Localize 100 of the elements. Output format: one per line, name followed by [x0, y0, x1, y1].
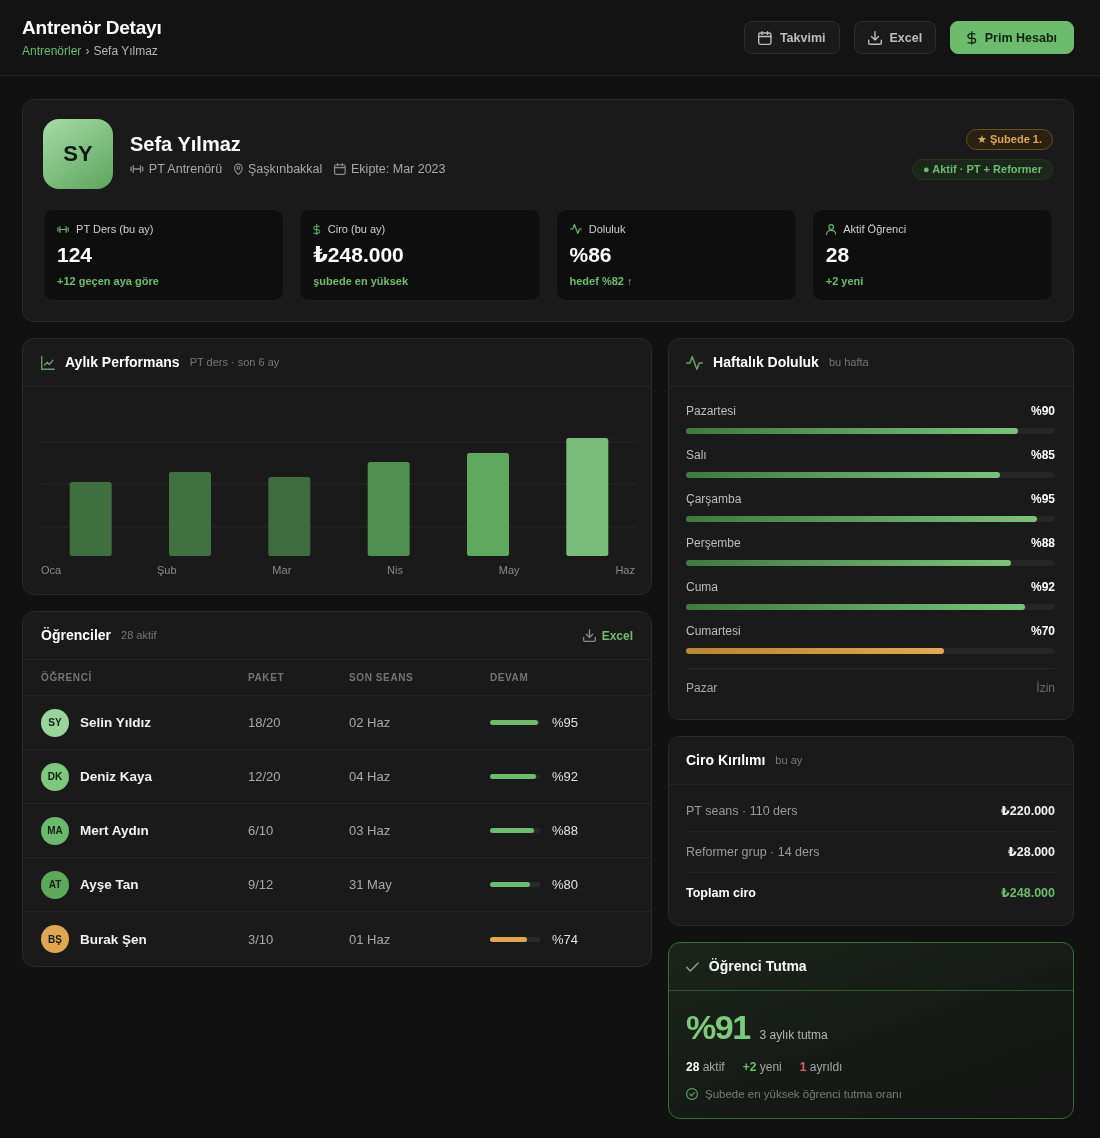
- breadcrumb-current: Sefa Yılmaz: [93, 44, 158, 58]
- stat-label: Doluluk: [588, 222, 626, 236]
- stat-label: Aktif Öğrenci: [843, 222, 907, 236]
- card-subtitle: 28 aktif: [121, 629, 157, 642]
- table-cell: 04 Haz: [349, 769, 391, 784]
- column-header: SON SEANS: [349, 672, 414, 683]
- stat-text: 1 ayrıldı: [799, 1060, 843, 1074]
- card-title: Haftalık Doluluk: [713, 354, 819, 371]
- stat-note: +12 geçen aya göre: [57, 274, 159, 288]
- card-title: Ciro Kırılımı: [686, 752, 766, 769]
- export-button[interactable]: Excel: [853, 21, 937, 54]
- day-label: Cumartesi: [686, 624, 741, 638]
- avatar: MA: [41, 816, 69, 845]
- trainer-name: Sefa Yılmaz: [130, 131, 241, 156]
- table-cell: 3/10: [248, 931, 274, 947]
- day-label: Salı: [686, 448, 707, 462]
- table-cell: 03 Haz: [349, 823, 391, 838]
- download-icon: [582, 629, 596, 642]
- retention-rate: %91: [686, 1007, 750, 1047]
- avatar: SY: [41, 708, 69, 737]
- student-name: Selin Yıldız: [80, 715, 152, 730]
- stat-note: şubede en yüksek: [313, 274, 409, 288]
- breadcrumb-link[interactable]: Antrenörler: [22, 44, 82, 58]
- stat-label: PT Ders (bu ay): [76, 222, 154, 236]
- stat-value: ₺248.000: [313, 244, 404, 266]
- table-cell: 18/20: [248, 715, 281, 730]
- table-cell: 6/10: [248, 823, 274, 838]
- student-name: Burak Şen: [80, 931, 147, 947]
- avatar: SY: [43, 119, 113, 189]
- export-link[interactable]: Excel: [582, 628, 633, 643]
- percentage-text: %74: [552, 931, 579, 947]
- percentage-text: %85: [1030, 448, 1055, 462]
- table-cell: 9/12: [248, 877, 274, 892]
- revenue-amount: ₺28.000: [1008, 845, 1055, 859]
- percentage-text: %88: [1030, 536, 1055, 550]
- stat-note: hedef %82 ↑: [569, 274, 633, 288]
- table-cell: 01 Haz: [349, 931, 391, 947]
- bonus-button[interactable]: Prim Hesabı: [950, 21, 1074, 54]
- table-cell: 31 May: [349, 877, 392, 892]
- location-text: Şaşkınbakkal: [247, 161, 323, 177]
- user-icon: [825, 223, 837, 235]
- axis-label: May: [498, 564, 520, 576]
- axis-label: Mar: [272, 564, 292, 576]
- dumbbell-icon: [57, 225, 70, 233]
- dumbbell-icon: [130, 165, 144, 173]
- calendar-icon: [758, 30, 772, 45]
- percentage-text: %88: [552, 823, 579, 838]
- stat-value: 124: [57, 244, 93, 266]
- percentage-text: %95: [552, 715, 579, 730]
- status-text: İzin: [1036, 681, 1055, 695]
- role-text: PT Antrenörü: [148, 161, 223, 177]
- revenue-label: PT seans · 110 ders: [686, 804, 798, 818]
- student-name: Deniz Kaya: [80, 769, 153, 784]
- axis-label: Oca: [41, 564, 62, 576]
- revenue-amount: ₺220.000: [1001, 804, 1055, 818]
- stat-text: 28 aktif: [686, 1060, 725, 1074]
- breadcrumb-separator: ›: [85, 44, 90, 58]
- table-cell: 02 Haz: [349, 715, 391, 730]
- card-subtitle: bu hafta: [828, 356, 869, 369]
- card-subtitle: bu ay: [775, 754, 803, 767]
- note-text: Şubede en yüksek öğrenci tutma oranı: [705, 1087, 902, 1101]
- card-title: Öğrenci Tutma: [708, 958, 807, 975]
- column-header: PAKET: [248, 672, 285, 683]
- line-chart-icon: [41, 355, 55, 370]
- student-name: Mert Aydın: [80, 823, 149, 838]
- dollar-icon: [313, 223, 321, 235]
- map-pin-icon: [234, 163, 243, 175]
- student-name: Ayşe Tan: [80, 877, 139, 892]
- day-label: Perşembe: [686, 536, 741, 550]
- percentage-text: %90: [1030, 404, 1055, 418]
- stat-text: +2 yeni: [742, 1060, 782, 1074]
- check-circle-icon: [686, 1088, 698, 1100]
- avatar: AT: [41, 870, 69, 899]
- join-date-text: Ekipte: Mar 2023: [351, 161, 446, 177]
- pulse-icon: [686, 355, 704, 370]
- calendar-button[interactable]: Takvimi: [744, 21, 840, 54]
- status-badge: ● Aktif · PT + Reformer: [912, 158, 1053, 180]
- day-label: Çarşamba: [686, 492, 742, 506]
- stat-value: 28: [825, 244, 850, 266]
- avatar: BŞ: [41, 925, 69, 953]
- day-label: Cuma: [686, 580, 718, 594]
- total-label: Toplam ciro: [686, 886, 756, 900]
- stat-label: Ciro (bu ay): [327, 222, 386, 236]
- calendar-icon: [334, 163, 347, 175]
- card-subtitle: PT ders · son 6 ay: [189, 356, 280, 369]
- percentage-text: %80: [552, 877, 579, 892]
- column-header: ÖĞRENCİ: [41, 672, 92, 683]
- stat-value: %86: [569, 244, 612, 266]
- axis-label: Nis: [387, 564, 403, 576]
- revenue-label: Reformer grup · 14 ders: [686, 845, 820, 859]
- percentage-text: %92: [552, 769, 579, 784]
- stat-note: +2 yeni: [825, 274, 864, 288]
- check-icon: [686, 961, 699, 972]
- percentage-text: %70: [1030, 624, 1055, 638]
- day-label: Pazar: [686, 681, 718, 695]
- rank-badge: ★ Şubede 1.: [966, 128, 1053, 150]
- column-header: DEVAM: [490, 672, 529, 683]
- dollar-icon: [967, 30, 977, 45]
- card-title: Aylık Performans: [65, 354, 180, 371]
- card-title: Öğrenciler: [41, 627, 112, 644]
